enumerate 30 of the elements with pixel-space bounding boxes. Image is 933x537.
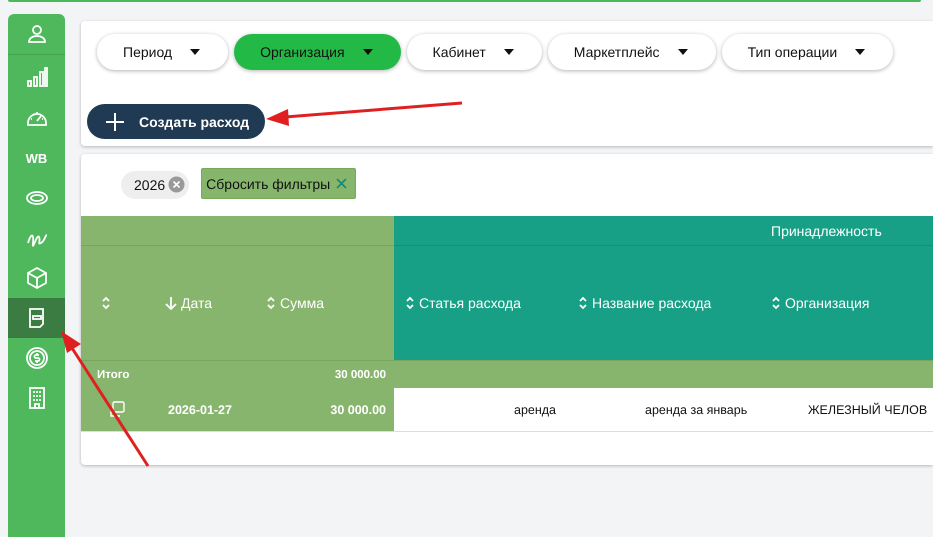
table-cell: 2026-01-27 [168, 402, 232, 416]
total-sum: 30 000.00 [334, 368, 386, 380]
filter-dropdown[interactable]: Маркетплейс [548, 34, 716, 70]
group-header: Принадлежность [771, 222, 882, 238]
sidebar-item[interactable] [8, 298, 65, 338]
total-label: Итого [97, 368, 130, 380]
filter-dropdown[interactable]: Тип операции [722, 34, 894, 70]
table-cell: 30 000.00 [330, 402, 386, 416]
close-icon [336, 178, 348, 189]
filter-tag: 2026 [121, 170, 190, 198]
filter-dropdown[interactable]: Кабинет [406, 34, 542, 70]
caret-icon [678, 49, 688, 55]
remove-icon[interactable] [168, 176, 186, 193]
table-cell: ЖЕЛЕЗНЫЙ ЧЕЛОВ [808, 402, 928, 416]
plus-icon [105, 112, 125, 132]
sidebar-label: WB [26, 150, 48, 166]
dollar-icon [24, 346, 48, 370]
filter-dropdown[interactable]: Организация [234, 34, 401, 70]
filter-dropdown[interactable]: Период [97, 34, 228, 70]
caret-icon [855, 49, 866, 55]
caret-icon [504, 49, 514, 55]
create-expense-button[interactable]: Создать расход [87, 104, 266, 139]
bar-chart-icon [24, 66, 48, 90]
table-cell: аренда [514, 402, 556, 416]
open-record-icon[interactable] [108, 400, 126, 418]
caret-icon [362, 49, 373, 55]
reset-filters-button[interactable]: Сбросить фильтры [201, 168, 356, 199]
table-cell: аренда за январь [645, 402, 748, 416]
box-icon [24, 266, 48, 290]
caret-icon [190, 49, 200, 55]
